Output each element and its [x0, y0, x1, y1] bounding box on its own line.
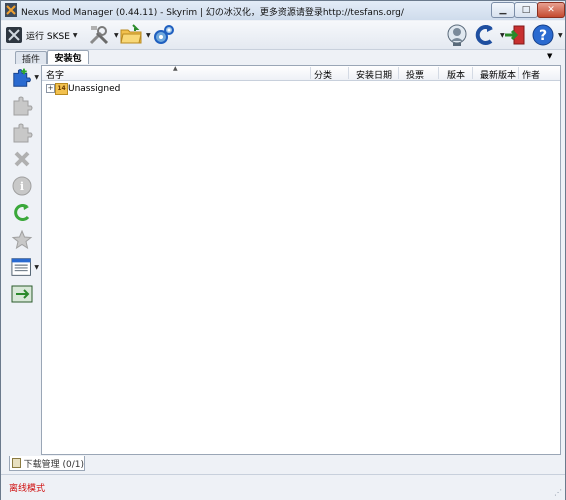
logout-button[interactable]	[503, 23, 527, 47]
deactivate-mod-button[interactable]	[11, 121, 39, 143]
refresh-icon	[475, 25, 493, 45]
check-updates-button[interactable]	[11, 202, 39, 224]
refresh-button[interactable]: ▼	[473, 23, 505, 47]
category-label: Unassigned	[68, 84, 121, 94]
launch-skse-button[interactable]: 运行 SKSE ▼	[5, 25, 78, 45]
category-folder-icon: 14	[55, 83, 68, 95]
download-manager-icon	[12, 458, 21, 468]
chevron-down-icon[interactable]: ▼	[34, 264, 39, 271]
column-header-name[interactable]: 名字	[46, 68, 64, 81]
column-header-endorsement[interactable]: 投票	[406, 68, 424, 81]
categories-button[interactable]: ▼	[11, 256, 39, 278]
title-bar[interactable]: Nexus Mod Manager (0.44.11) - Skyrim | 幻…	[1, 1, 565, 20]
app-window: Nexus Mod Manager (0.44.11) - Skyrim | 幻…	[0, 0, 566, 500]
close-button[interactable]: ✕	[537, 2, 565, 18]
tab-mods[interactable]: 安装包	[47, 50, 89, 64]
column-header-version[interactable]: 版本	[447, 68, 465, 81]
deactivate-mod-icon	[13, 123, 33, 143]
help-icon: ?	[532, 24, 554, 46]
column-header-install-date[interactable]: 安装日期	[356, 68, 392, 81]
status-bar: 离线模式 ⋰	[1, 474, 565, 500]
main-toolbar: 运行 SKSE ▼ ▼ ▼ ▼ ? ▼	[1, 21, 565, 50]
add-mod-icon	[13, 68, 31, 87]
tab-strip: 插件 安装包 ▼	[7, 50, 559, 65]
chevron-down-icon[interactable]: ▼	[34, 74, 39, 81]
endorse-icon	[11, 229, 33, 250]
help-button[interactable]: ? ▼	[531, 23, 563, 47]
game-icon	[6, 27, 22, 43]
launch-label: 运行 SKSE	[26, 31, 70, 42]
chevron-down-icon[interactable]: ▼	[146, 32, 151, 39]
delete-mod-button[interactable]	[11, 148, 39, 170]
chevron-down-icon[interactable]: ▼	[114, 32, 119, 39]
settings-button[interactable]	[152, 23, 176, 47]
mod-info-button[interactable]: i	[11, 175, 39, 197]
maximize-icon: □	[521, 5, 531, 15]
column-header-author[interactable]: 作者	[522, 68, 540, 81]
mod-info-icon: i	[12, 176, 32, 196]
settings-icon	[154, 25, 174, 44]
logout-icon	[505, 25, 525, 45]
svg-text:i: i	[20, 180, 24, 193]
categories-icon	[11, 258, 31, 276]
add-mod-button[interactable]: ▼	[11, 66, 39, 88]
endorse-button[interactable]	[11, 229, 39, 251]
activate-mod-button[interactable]	[11, 94, 39, 116]
expand-icon[interactable]: +	[46, 84, 55, 93]
downloads-tab[interactable]: 下载管理 (0/1)	[9, 456, 85, 471]
export-icon	[11, 285, 33, 303]
maximize-button[interactable]: □	[514, 2, 538, 18]
mod-actions-sidebar: ▼ i ▼	[7, 64, 39, 452]
tools-icon	[89, 26, 109, 45]
minimize-icon: ▁	[499, 5, 507, 15]
close-icon: ✕	[547, 5, 555, 15]
sort-ascending-icon: ▲	[173, 65, 178, 72]
downloads-label: 下载管理 (0/1)	[23, 459, 84, 470]
nexus-app-icon	[5, 3, 17, 17]
chevron-down-icon[interactable]: ▼	[558, 32, 563, 39]
chevron-down-icon[interactable]: ▼	[73, 32, 78, 39]
tools-button[interactable]: ▼	[87, 23, 119, 47]
mod-list[interactable]: 名字 ▲ 分类 安装日期 投票 版本 最新版本 作者 + 14 Unassign…	[41, 65, 561, 455]
folder-icon	[120, 24, 142, 44]
column-header-latest-version[interactable]: 最新版本	[480, 68, 516, 81]
column-header-row: 名字 ▲ 分类 安装日期 投票 版本 最新版本 作者	[42, 65, 560, 81]
column-header-category[interactable]: 分类	[314, 68, 332, 81]
resize-grip-icon[interactable]: ⋰	[554, 488, 562, 497]
delete-mod-icon	[14, 151, 30, 167]
open-folder-button[interactable]: ▼	[119, 23, 151, 47]
offline-status: 离线模式	[9, 484, 46, 494]
check-updates-icon	[14, 204, 30, 221]
tree-row[interactable]: + 14 Unassigned	[42, 82, 560, 96]
minimize-button[interactable]: ▁	[491, 2, 515, 18]
svg-text:?: ?	[539, 28, 547, 44]
window-title: Nexus Mod Manager (0.44.11) - Skyrim | 幻…	[21, 8, 404, 18]
tab-menu-icon[interactable]: ▼	[547, 52, 552, 60]
tab-plugins[interactable]: 插件	[15, 51, 47, 65]
profile-button[interactable]	[445, 23, 469, 47]
activate-mod-icon	[13, 96, 33, 116]
profile-icon	[447, 24, 467, 46]
export-button[interactable]	[11, 283, 39, 305]
